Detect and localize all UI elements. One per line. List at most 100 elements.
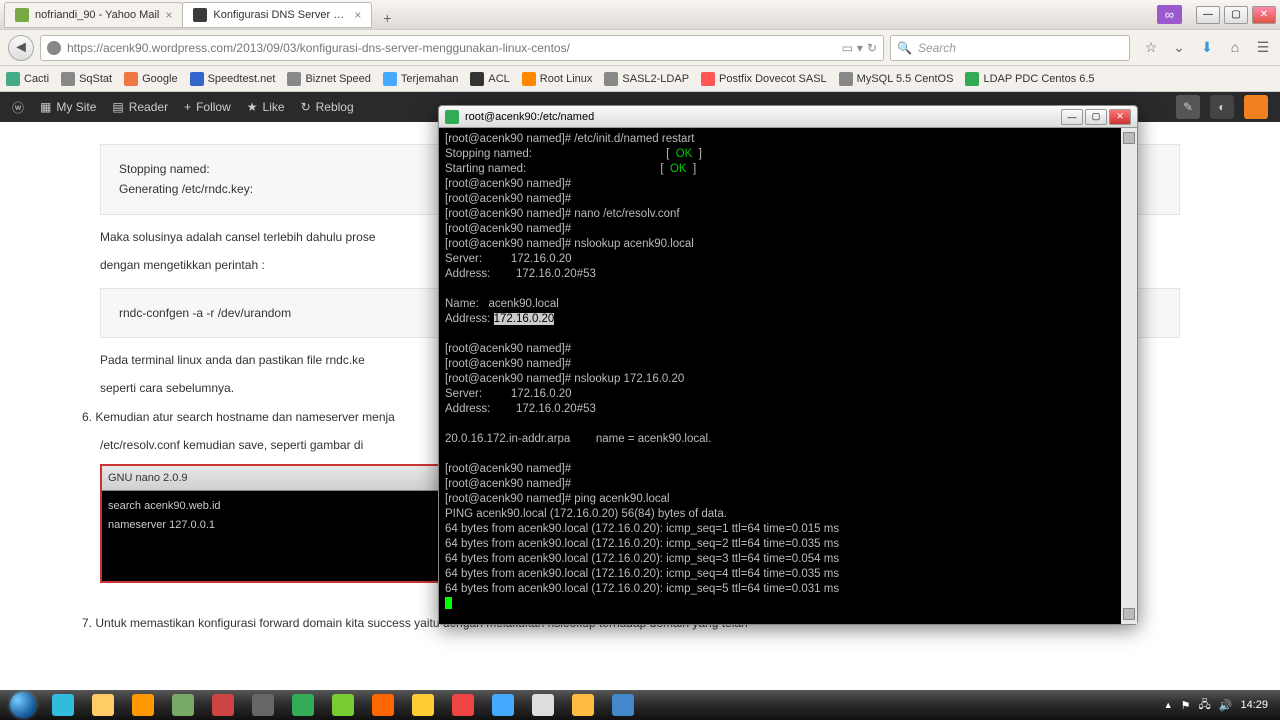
globe-icon	[47, 41, 61, 55]
taskbar-item-mail[interactable]	[524, 692, 562, 718]
bookmark-item[interactable]: Postfix Dovecot SASL	[701, 72, 827, 86]
maximize-button[interactable]: ▢	[1085, 109, 1107, 125]
tray-icon[interactable]: 🔊	[1219, 699, 1233, 712]
firefox-titlebar: nofriandi_90 - Yahoo Mail × Konfigurasi …	[0, 0, 1280, 30]
bookmark-favicon-icon	[604, 72, 618, 86]
bookmark-label: SASL2-LDAP	[622, 73, 689, 85]
reload-icon[interactable]: ↻	[867, 41, 877, 55]
bookmark-favicon-icon	[965, 72, 979, 86]
list-number: 7.	[82, 616, 92, 630]
star-icon[interactable]: ☆	[1142, 39, 1160, 56]
start-button[interactable]	[4, 690, 42, 720]
taskbar-item-chrome1[interactable]	[284, 692, 322, 718]
app-icon	[412, 694, 434, 716]
terminal-body[interactable]: [root@acenk90 named]# /etc/init.d/named …	[439, 128, 1137, 624]
taskbar-item-putty[interactable]	[604, 692, 642, 718]
bookmark-item[interactable]: Speedtest.net	[190, 72, 276, 86]
purple-badge[interactable]: ∞	[1157, 5, 1182, 24]
minimize-button[interactable]: —	[1061, 109, 1083, 125]
follow-link[interactable]: + Follow	[184, 100, 231, 114]
tray-expand-icon[interactable]: ▲	[1164, 700, 1173, 710]
tab-yahoo[interactable]: nofriandi_90 - Yahoo Mail ×	[4, 2, 183, 28]
taskbar-item-face[interactable]	[564, 692, 602, 718]
close-icon[interactable]: ×	[354, 8, 361, 22]
bookmarks-bar: Cacti SqStat Google Speedtest.net Biznet Spe…	[0, 66, 1280, 92]
taskbar-item-wmp[interactable]	[124, 692, 162, 718]
reader-link[interactable]: ▤ Reader	[112, 100, 168, 114]
tab-wordpress[interactable]: Konfigurasi DNS Server Pa... ×	[182, 2, 372, 28]
taskbar-item-app3[interactable]	[404, 692, 442, 718]
taskbar-item-ie[interactable]	[44, 692, 82, 718]
reblog-link[interactable]: ↻ Reblog	[301, 100, 354, 114]
system-tray[interactable]: ▲ ⚑ 🖧 🔊 14:29	[1164, 696, 1276, 715]
app-icon	[332, 694, 354, 716]
app-icon	[572, 694, 594, 716]
taskbar-item-firefox[interactable]	[364, 692, 402, 718]
terminal-titlebar[interactable]: root@acenk90:/etc/named — ▢ ✕	[439, 106, 1137, 128]
taskbar-item-notepadpp[interactable]	[324, 692, 362, 718]
clock[interactable]: 14:29	[1240, 699, 1268, 711]
taskbar-item-msg[interactable]	[484, 692, 522, 718]
bookmark-label: SqStat	[79, 73, 112, 85]
my-site-link[interactable]: ▦ My Site	[40, 100, 96, 114]
bookmark-item[interactable]: Biznet Speed	[287, 72, 370, 86]
bookmark-item[interactable]: SqStat	[61, 72, 112, 86]
taskbar-item-app2[interactable]	[244, 692, 282, 718]
scroll-down-icon[interactable]	[1123, 608, 1135, 620]
pocket-icon[interactable]: ⌄	[1170, 39, 1188, 56]
bookmark-favicon-icon	[383, 72, 397, 86]
edit-icon[interactable]: ✎	[1176, 95, 1200, 119]
url-bar[interactable]: https://acenk90.wordpress.com/2013/09/03…	[40, 35, 884, 61]
back-button[interactable]: ◄	[8, 35, 34, 61]
bookmark-item[interactable]: Terjemahan	[383, 72, 458, 86]
menu-icon[interactable]: ☰	[1254, 39, 1272, 56]
bookmark-label: Cacti	[24, 73, 49, 85]
avatar[interactable]	[1244, 95, 1268, 119]
close-icon[interactable]: ×	[165, 8, 172, 22]
bookmark-label: Root Linux	[540, 73, 593, 85]
bookmark-item[interactable]: MySQL 5.5 CentOS	[839, 72, 954, 86]
bookmark-label: LDAP PDC Centos 6.5	[983, 73, 1094, 85]
tray-icon[interactable]: ⚑	[1181, 699, 1191, 712]
search-bar[interactable]: 🔍 Search	[890, 35, 1130, 61]
app-icon	[492, 694, 514, 716]
like-link[interactable]: ★ Like	[247, 100, 285, 114]
scrollbar[interactable]	[1121, 128, 1137, 624]
bookmark-item[interactable]: Cacti	[6, 72, 49, 86]
favicon-icon	[193, 8, 207, 22]
bookmark-favicon-icon	[287, 72, 301, 86]
reader-icon[interactable]: ▭	[842, 41, 853, 55]
bookmark-favicon-icon	[190, 72, 204, 86]
bookmark-item[interactable]: ACL	[470, 72, 509, 86]
close-button[interactable]: ✕	[1252, 6, 1276, 24]
app-icon	[132, 694, 154, 716]
list-number: 6.	[82, 410, 92, 424]
wp-logo-icon[interactable]: ⓦ	[12, 99, 24, 116]
new-tab-button[interactable]: +	[375, 8, 399, 28]
bookmark-item[interactable]: SASL2-LDAP	[604, 72, 689, 86]
bookmark-item[interactable]: Google	[124, 72, 177, 86]
minimize-button[interactable]: —	[1196, 6, 1220, 24]
app-icon	[612, 694, 634, 716]
taskbar-item-explorer[interactable]	[84, 692, 122, 718]
taskbar-item-gimp[interactable]	[164, 692, 202, 718]
taskbar-item-chrome[interactable]	[444, 692, 482, 718]
bookmark-label: Postfix Dovecot SASL	[719, 73, 827, 85]
terminal-title: root@acenk90:/etc/named	[465, 111, 594, 123]
favicon-icon	[15, 8, 29, 22]
close-button[interactable]: ✕	[1109, 109, 1131, 125]
putty-terminal-window[interactable]: root@acenk90:/etc/named — ▢ ✕ [root@acen…	[438, 105, 1138, 625]
bookmark-favicon-icon	[124, 72, 138, 86]
app-icon	[532, 694, 554, 716]
taskbar-item-app1[interactable]	[204, 692, 242, 718]
scroll-up-icon[interactable]	[1123, 132, 1135, 144]
bookmark-item[interactable]: LDAP PDC Centos 6.5	[965, 72, 1094, 86]
tray-icon[interactable]: 🖧	[1199, 696, 1211, 715]
home-icon[interactable]: ⌂	[1226, 39, 1244, 56]
app-icon	[172, 694, 194, 716]
download-icon[interactable]: ⬇	[1198, 39, 1216, 56]
notification-icon[interactable]: ◐	[1210, 95, 1234, 119]
bookmark-item[interactable]: Root Linux	[522, 72, 593, 86]
maximize-button[interactable]: ▢	[1224, 6, 1248, 24]
bookmark-favicon-icon	[61, 72, 75, 86]
